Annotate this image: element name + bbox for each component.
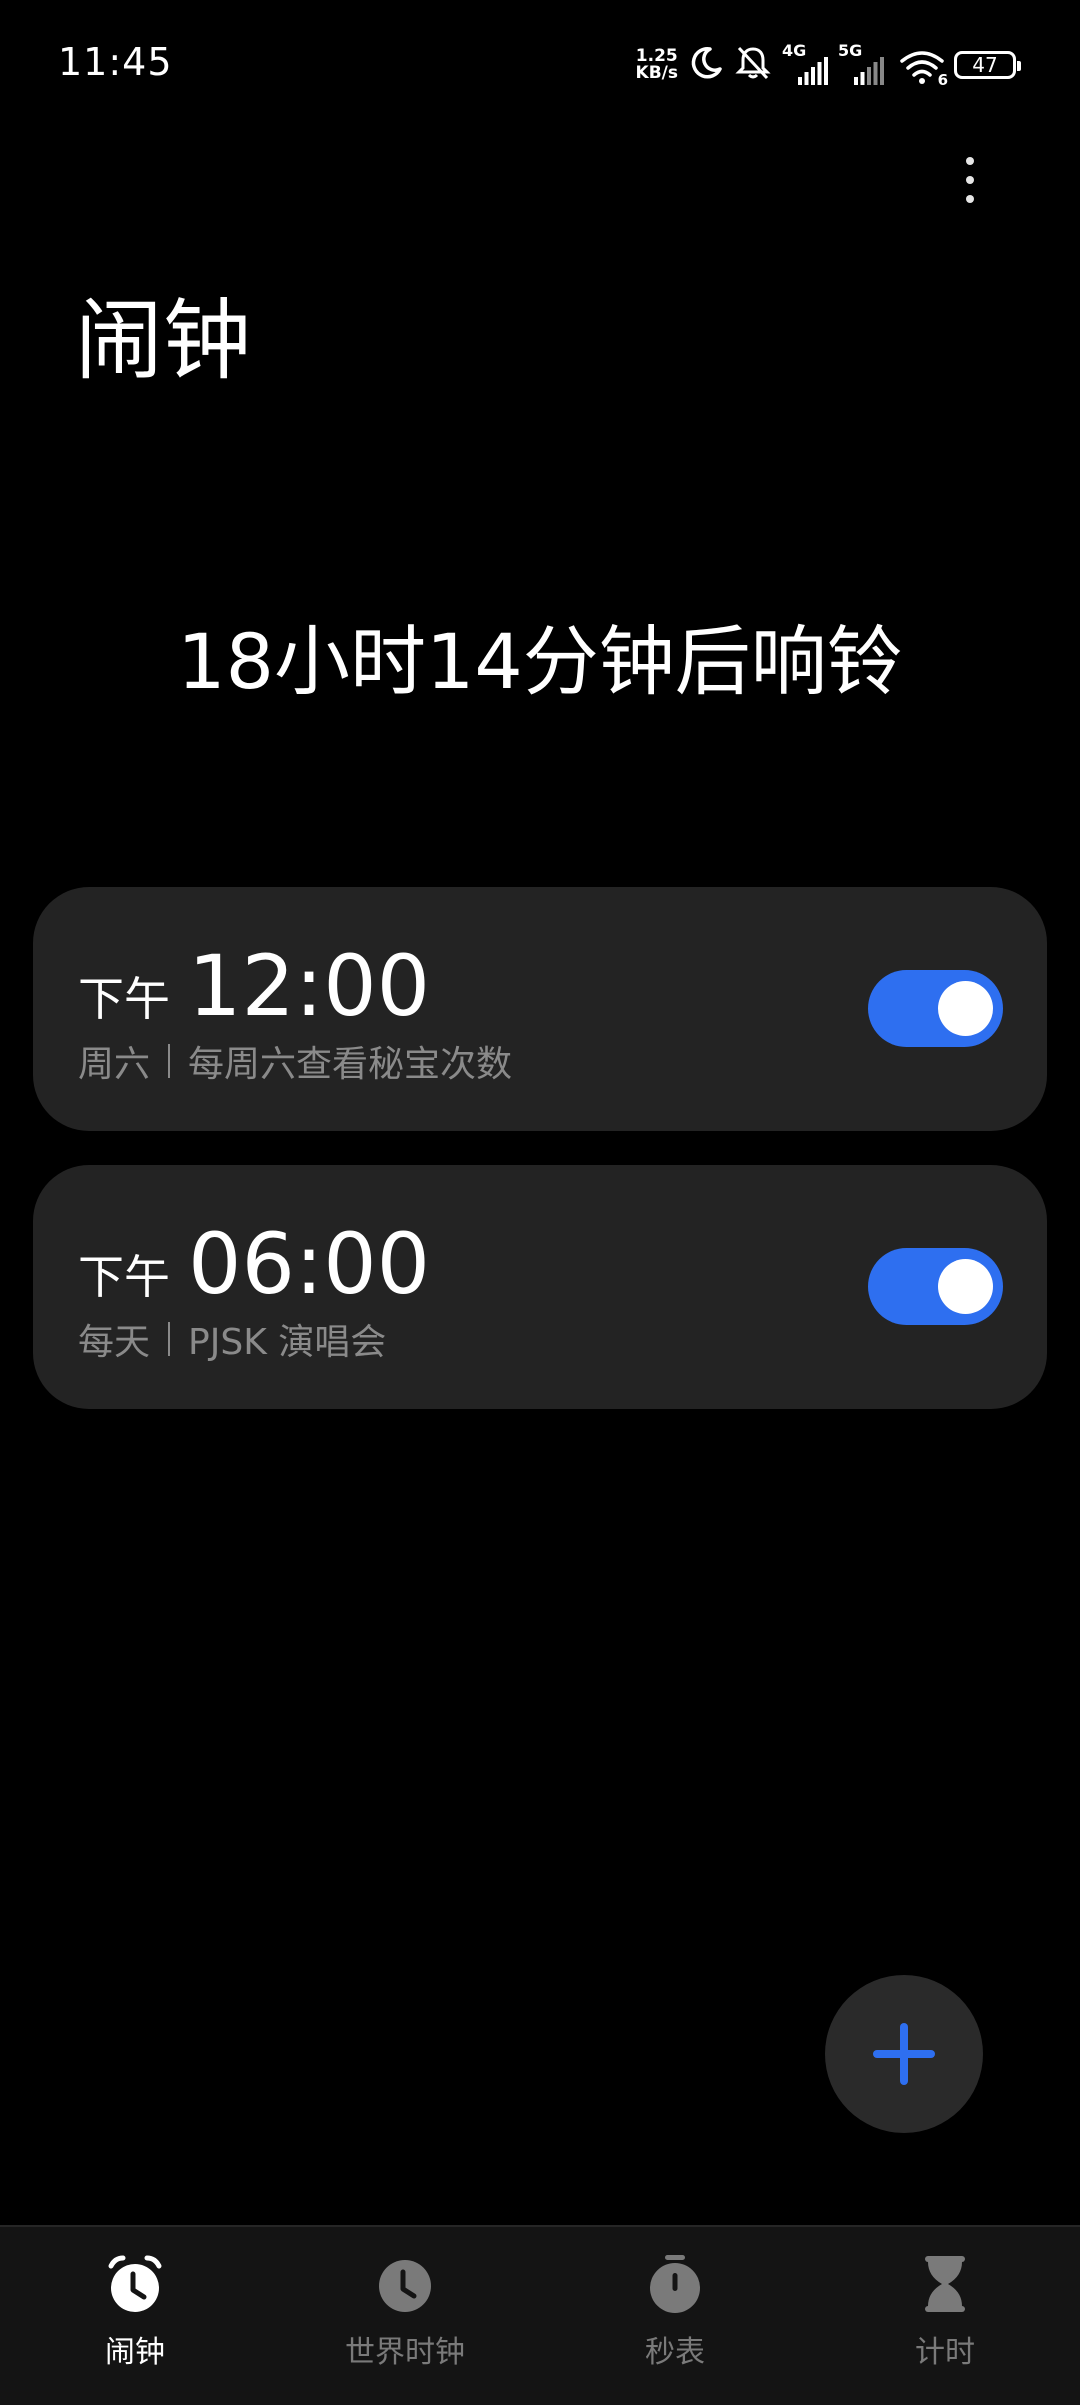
- alarm-details: 每天 PJSK 演唱会: [78, 1313, 386, 1365]
- tab-label: 计时: [915, 2335, 975, 2370]
- tab-label: 秒表: [645, 2335, 705, 2370]
- alarm-ampm: 下午: [78, 972, 170, 1026]
- status-time: 11:45: [58, 40, 173, 84]
- alarm-ampm: 下午: [78, 1250, 170, 1304]
- more-vertical-icon: [966, 157, 974, 165]
- alarm-details: 周六 每周六查看秘宝次数: [78, 1035, 512, 1087]
- battery-icon: 47: [954, 51, 1021, 79]
- plus-icon: [873, 2023, 935, 2085]
- divider: [168, 1322, 171, 1356]
- wifi-status: 6: [894, 45, 948, 89]
- signal-bars-icon: [798, 57, 828, 85]
- alarm-label: 每周六查看秘宝次数: [188, 1044, 513, 1085]
- cell-signal-4g: 4G: [782, 41, 828, 85]
- alarm-card[interactable]: 下午 12:00 周六 每周六查看秘宝次数: [33, 887, 1047, 1131]
- world-clock-icon: [370, 2249, 440, 2319]
- tab-label: 世界时钟: [345, 2335, 465, 2370]
- hourglass-icon: [910, 2249, 980, 2319]
- more-vertical-icon-dot: [966, 176, 974, 184]
- tab-alarm[interactable]: 闹钟: [0, 2227, 270, 2405]
- alarm-repeat: 每天: [78, 1322, 151, 1363]
- tab-label: 闹钟: [105, 2335, 165, 2370]
- toggle-knob: [938, 981, 993, 1036]
- alarm-time: 12:00: [188, 937, 431, 1035]
- tab-stopwatch[interactable]: 秒表: [540, 2227, 810, 2405]
- tab-timer[interactable]: 计时: [810, 2227, 1080, 2405]
- alarm-time-row: 下午 12:00: [78, 937, 430, 1035]
- alarm-toggle[interactable]: [868, 1248, 1003, 1325]
- signal-bars-icon: [854, 57, 884, 85]
- moon-icon: [688, 45, 724, 85]
- battery-level: 47: [972, 53, 998, 77]
- alarm-toggle[interactable]: [868, 970, 1003, 1047]
- more-options-button[interactable]: [940, 145, 1000, 215]
- bell-off-icon: [734, 44, 772, 86]
- bottom-navigation: 闹钟 世界时钟 秒表 计时: [0, 2225, 1080, 2405]
- alarm-repeat: 周六: [78, 1044, 151, 1085]
- status-icons: 1.25 KB/s 4G 5G 6 47: [636, 40, 1021, 90]
- page-title: 闹钟: [75, 289, 252, 392]
- network-speed: 1.25 KB/s: [636, 48, 678, 82]
- stopwatch-icon: [640, 2249, 710, 2319]
- alarm-clock-icon: [100, 2249, 170, 2319]
- alarm-label: PJSK 演唱会: [188, 1322, 387, 1363]
- alarm-time-row: 下午 06:00: [78, 1215, 430, 1313]
- divider: [168, 1044, 171, 1078]
- next-alarm-countdown: 18小时14分钟后响铃: [177, 617, 903, 706]
- tab-world-clock[interactable]: 世界时钟: [270, 2227, 540, 2405]
- alarm-card[interactable]: 下午 06:00 每天 PJSK 演唱会: [33, 1165, 1047, 1409]
- network-speed-unit: KB/s: [635, 63, 678, 83]
- status-bar: 11:45 1.25 KB/s 4G 5G 6 47: [0, 0, 1080, 130]
- more-vertical-icon-dot: [966, 195, 974, 203]
- add-alarm-button[interactable]: [825, 1975, 983, 2133]
- wifi-sub-label: 6: [937, 71, 948, 89]
- toggle-knob: [938, 1259, 993, 1314]
- alarm-time: 06:00: [188, 1215, 431, 1313]
- cell-signal-5g: 5G: [838, 41, 884, 85]
